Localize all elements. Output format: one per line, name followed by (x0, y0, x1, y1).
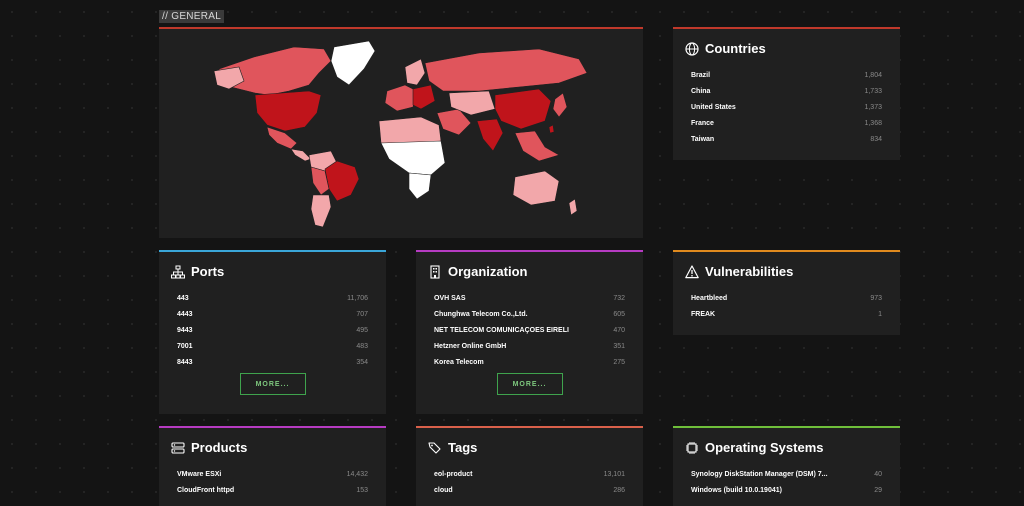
map-region-scandinavia[interactable] (404, 58, 426, 86)
tags-title: Tags (428, 440, 477, 455)
os-card: Operating Systems Synology DiskStation M… (673, 426, 900, 506)
building-icon (430, 264, 440, 279)
ports-more-button[interactable]: MORE... (239, 373, 306, 395)
map-region-europe-east[interactable] (412, 84, 436, 110)
tags-icon (428, 441, 441, 454)
organization-card: Organization OVH SAS 732 Chunghwa Telecom… (416, 250, 643, 414)
list-item[interactable]: Synology DiskStation Manager (DSM) 7... 4… (691, 466, 882, 482)
map-region-central-america[interactable] (290, 148, 312, 162)
list-item[interactable]: Hetzner Online GmbH 351 (434, 338, 625, 354)
os-title: Operating Systems (685, 440, 824, 455)
list-item[interactable]: Brazil 1,804 (691, 67, 882, 83)
section-label-general: // GENERAL (159, 10, 225, 23)
countries-list: Brazil 1,804 China 1,733 United States 1,37… (691, 67, 882, 147)
list-item[interactable]: China 1,733 (691, 83, 882, 99)
map-region-japan-korea[interactable] (552, 92, 568, 118)
list-item[interactable]: NET TELECOM COMUNICAÇOES EIRELI 470 (434, 322, 625, 338)
list-item[interactable]: 4443 707 (177, 306, 368, 322)
tags-card: Tags eol-product 13,101 cloud 286 (416, 426, 643, 506)
map-region-brazil[interactable] (324, 160, 360, 202)
map-region-europe-west[interactable] (384, 84, 418, 112)
tags-list: eol-product 13,101 cloud 286 (434, 466, 625, 498)
map-region-united-states[interactable] (254, 90, 322, 132)
list-item[interactable]: Heartbleed 973 (691, 290, 882, 306)
countries-card: Countries Brazil 1,804 China 1,733 United … (673, 27, 900, 160)
map-region-north-africa[interactable] (378, 116, 442, 146)
products-title: Products (171, 440, 247, 455)
vulnerabilities-title: Vulnerabilities (685, 264, 793, 279)
list-item[interactable]: OVH SAS 732 (434, 290, 625, 306)
list-item[interactable]: Chunghwa Telecom Co.,Ltd. 605 (434, 306, 625, 322)
map-region-new-zealand[interactable] (568, 198, 578, 216)
map-region-central-africa[interactable] (380, 140, 446, 176)
ports-card: Ports 443 11,706 4443 707 9443 495 7001 483 … (159, 250, 386, 414)
warning-icon (685, 264, 699, 278)
list-item[interactable]: 7001 483 (177, 338, 368, 354)
ports-list: 443 11,706 4443 707 9443 495 7001 483 8443 35… (177, 290, 368, 370)
organization-list: OVH SAS 732 Chunghwa Telecom Co.,Ltd. 605 … (434, 290, 625, 370)
list-item[interactable]: Taiwan 834 (691, 131, 882, 147)
map-region-southeast-asia[interactable] (514, 130, 560, 162)
world-map-card (159, 27, 643, 238)
chip-icon (686, 441, 698, 454)
countries-title-text: Countries (705, 41, 766, 56)
os-title-text: Operating Systems (705, 440, 824, 455)
organization-more-button[interactable]: MORE... (496, 373, 563, 395)
organization-title: Organization (428, 264, 527, 279)
products-title-text: Products (191, 440, 248, 455)
map-region-china[interactable] (494, 88, 552, 130)
map-region-russia[interactable] (424, 48, 588, 92)
ports-title-text: Ports (191, 264, 225, 279)
products-card: Products VMware ESXi 14,432 CloudFront ht… (159, 426, 386, 506)
map-region-greenland[interactable] (330, 40, 376, 86)
list-item[interactable]: 8443 354 (177, 354, 368, 370)
network-icon (171, 265, 185, 278)
list-item[interactable]: France 1,368 (691, 115, 882, 131)
server-icon (171, 441, 185, 454)
list-item[interactable]: 9443 495 (177, 322, 368, 338)
tags-title-text: Tags (448, 440, 478, 455)
products-list: VMware ESXi 14,432 CloudFront httpd 153 (177, 466, 368, 498)
countries-title: Countries (685, 41, 766, 56)
globe-icon (685, 41, 699, 56)
map-region-taiwan[interactable] (548, 124, 555, 134)
organization-title-text: Organization (448, 264, 528, 279)
list-item[interactable]: United States 1,373 (691, 99, 882, 115)
map-region-australia[interactable] (512, 170, 560, 206)
world-map[interactable] (159, 29, 643, 238)
map-region-argentina-chile[interactable] (310, 194, 332, 228)
list-item[interactable]: Korea Telecom 275 (434, 354, 625, 370)
vulnerabilities-title-text: Vulnerabilities (705, 264, 794, 279)
map-region-india[interactable] (476, 118, 504, 152)
list-item[interactable]: VMware ESXi 14,432 (177, 466, 368, 482)
map-region-south-africa[interactable] (408, 172, 432, 200)
list-item[interactable]: 443 11,706 (177, 290, 368, 306)
list-item[interactable]: FREAK 1 (691, 306, 882, 322)
list-item[interactable]: eol-product 13,101 (434, 466, 625, 482)
ports-title: Ports (171, 264, 224, 279)
vulnerabilities-card: Vulnerabilities Heartbleed 973 FREAK 1 (673, 250, 900, 335)
vulnerabilities-list: Heartbleed 973 FREAK 1 (691, 290, 882, 322)
os-list: Synology DiskStation Manager (DSM) 7... 4… (691, 466, 882, 498)
